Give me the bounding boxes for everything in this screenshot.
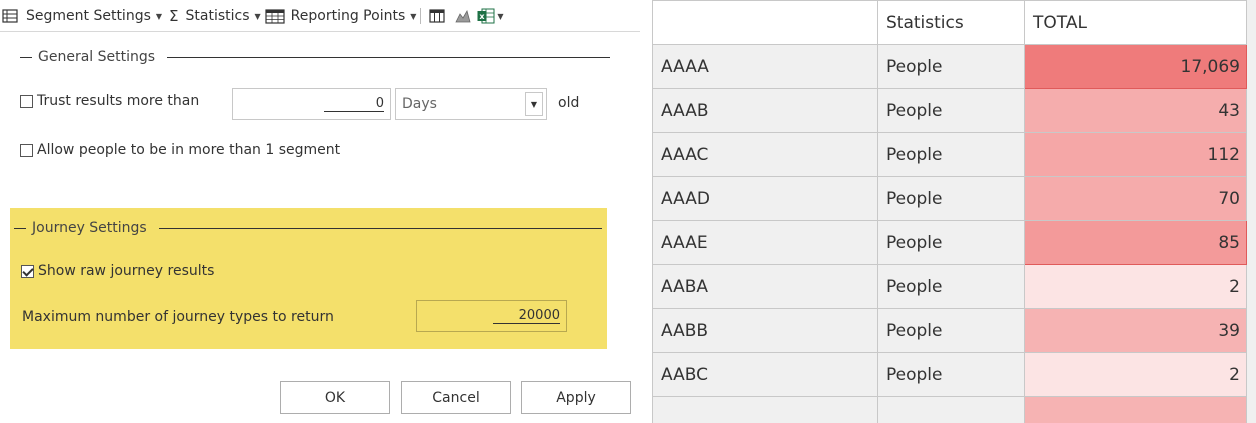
svg-text:x: x [480,12,486,21]
grid-cell-empty [1024,396,1247,423]
max-journey-types-label: Maximum number of journey types to retur… [22,309,334,325]
table-row[interactable]: AAAB People 43 [652,88,1247,133]
table-row[interactable]: AAAE People 85 [652,220,1247,265]
results-grid-panel: Statistics TOTAL AAAA People 17,069 AAAB Peo… [652,0,1256,423]
columns-button[interactable] [429,0,446,32]
grid-header-statistics[interactable]: Statistics [877,0,1025,45]
row-statistic: People [877,44,1025,89]
trust-results-checkbox[interactable] [20,94,33,108]
row-total-value: 85 [1024,220,1247,265]
calendar-table-icon [265,9,285,24]
allow-multi-segment-checkbox-row[interactable]: Allow people to be in more than 1 segmen… [20,142,340,158]
trust-days-value: 0 [323,97,384,112]
row-total-value: 43 [1024,88,1247,133]
row-segment-name: AAAE [652,220,878,265]
row-statistic: People [877,132,1025,177]
excel-icon: x [477,8,495,24]
show-raw-journey-checkbox[interactable] [21,264,34,278]
row-statistic: People [877,264,1025,309]
chevron-down-icon: ▼ [410,11,417,21]
grid-cell-empty [652,396,878,423]
segment-settings-menu[interactable]: Segment Settings ▼ [2,0,162,32]
journey-settings-title: Journey Settings [32,220,147,236]
grid-header-row: Statistics TOTAL [652,0,1247,45]
apply-button[interactable]: Apply [521,381,631,414]
area-chart-icon [455,9,471,23]
row-total-value: 112 [1024,132,1247,177]
trust-suffix-label: old [558,95,580,111]
row-statistic: People [877,88,1025,133]
chevron-down-icon: ▼ [155,11,163,21]
row-segment-name: AAAA [652,44,878,89]
table-row-partial [652,396,1247,423]
table-row[interactable]: AAAA People 17,069 [652,44,1247,89]
group-header-rule [167,56,610,58]
statistics-menu[interactable]: Σ Statistics ▼ [169,0,261,32]
group-header-rule [158,227,602,229]
table-row[interactable]: AABC People 2 [652,352,1247,397]
row-statistic: People [877,308,1025,353]
columns-icon [429,9,446,23]
grid-cell-empty [877,396,1025,423]
trust-results-checkbox-row[interactable]: Trust results more than [20,93,199,109]
row-total-value: 70 [1024,176,1247,221]
show-raw-journey-label: Show raw journey results [38,263,215,279]
row-statistic: People [877,176,1025,221]
allow-multi-segment-label: Allow people to be in more than 1 segmen… [37,142,341,158]
chevron-down-icon: ▼ [497,11,504,21]
toolbar-separator [420,8,422,24]
cancel-button[interactable]: Cancel [401,381,511,414]
toolbar: Segment Settings ▼ Σ Statistics ▼ Report… [0,0,640,32]
show-raw-journey-checkbox-row[interactable]: Show raw journey results [21,263,214,279]
chevron-down-icon[interactable]: ▼ [525,92,543,116]
row-total-value: 17,069 [1024,44,1247,89]
general-settings-header: General Settings [20,49,610,65]
group-header-dash [14,227,26,229]
grid-header-corner [652,0,878,45]
chart-button[interactable] [455,0,471,32]
general-settings-title: General Settings [38,49,156,65]
grid-body: AAAA People 17,069 AAAB People 43 AAAC People 11… [652,44,1247,423]
row-total-value: 2 [1024,264,1247,309]
excel-export-menu[interactable]: x ▼ [477,0,504,32]
row-total-value: 39 [1024,308,1247,353]
grid-list-icon [2,9,18,23]
row-segment-name: AAAC [652,132,878,177]
row-segment-name: AAAB [652,88,878,133]
reporting-points-menu[interactable]: Reporting Points ▼ [265,0,417,32]
group-header-dash [20,56,32,58]
statistics-label: Statistics [185,8,250,24]
sigma-icon: Σ [169,7,179,25]
row-segment-name: AABC [652,352,878,397]
max-journey-types-value: 20000 [492,309,560,324]
trust-unit-value: Days [402,96,437,112]
table-row[interactable]: AABB People 39 [652,308,1247,353]
row-segment-name: AABA [652,264,878,309]
table-row[interactable]: AAAC People 112 [652,132,1247,177]
grid-header-total[interactable]: TOTAL [1024,0,1247,45]
segment-settings-dialog: Segment Settings ▼ Σ Statistics ▼ Report… [0,0,640,423]
row-segment-name: AAAD [652,176,878,221]
allow-multi-segment-checkbox[interactable] [20,143,33,157]
row-statistic: People [877,352,1025,397]
table-row[interactable]: AABA People 2 [652,264,1247,309]
toolbar-divider [0,31,640,32]
segment-settings-label: Segment Settings [26,8,151,24]
table-row[interactable]: AAAD People 70 [652,176,1247,221]
row-statistic: People [877,220,1025,265]
journey-settings-header: Journey Settings [14,220,602,236]
row-total-value: 2 [1024,352,1247,397]
trust-unit-select[interactable]: Days ▼ [395,88,547,120]
chevron-down-icon: ▼ [254,11,261,21]
reporting-points-label: Reporting Points [290,8,406,24]
results-grid: Statistics TOTAL AAAA People 17,069 AAAB Peo… [652,0,1247,423]
max-journey-types-input[interactable]: 20000 [416,300,567,332]
trust-results-label: Trust results more than [37,93,200,109]
ok-button[interactable]: OK [280,381,390,414]
row-segment-name: AABB [652,308,878,353]
trust-days-input[interactable]: 0 [232,88,391,120]
